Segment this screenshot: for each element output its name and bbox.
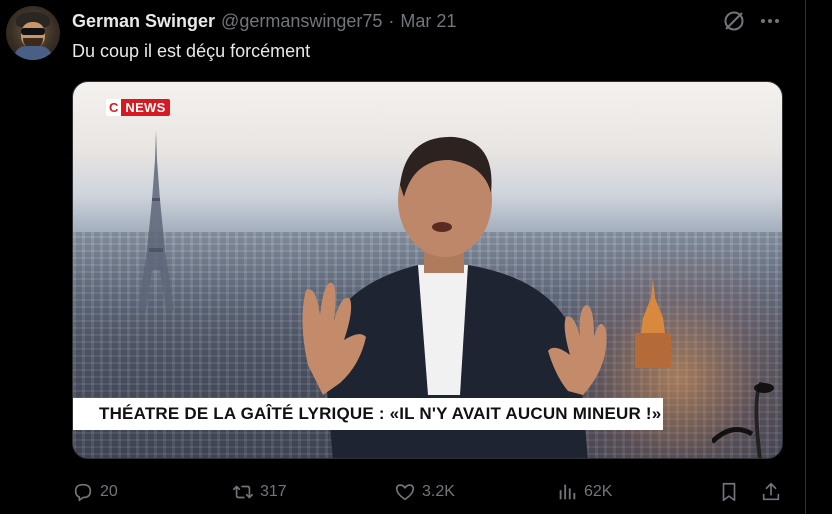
views-button[interactable]: 62K [556,478,612,506]
news-banner: THÉATRE DE LA GAÎTÉ LYRIQUE : «IL N'Y AV… [73,398,663,430]
repost-button[interactable]: 317 [232,478,287,506]
reply-count: 20 [100,483,118,500]
avatar-shirt [14,46,52,60]
bookmark-button[interactable] [718,478,740,506]
repost-count: 317 [260,483,287,500]
cnews-logo-c: C [106,99,122,116]
share-icon [762,482,780,501]
header-separator: · [388,10,395,31]
eiffel-tower [138,130,174,310]
views-count: 62K [584,483,613,500]
tweet-actions: 20 317 3.2K 62K [72,478,784,506]
like-count: 3.2K [422,483,455,500]
avatar-glasses [21,28,45,35]
cnews-logo-text: NEWS [121,99,170,116]
like-icon [395,484,415,501]
video-thumbnail[interactable]: C NEWS THÉATRE DE LA GAÎTÉ LYRIQUE: «IL… [72,81,783,459]
avatar[interactable] [6,6,60,60]
reply-icon [74,483,92,502]
tweet[interactable]: German Swinger @germanswinger75 · Mar 21… [0,0,806,514]
like-button[interactable]: 3.2K [394,478,455,506]
tweet-header: German Swinger @germanswinger75 · Mar 21 [72,10,456,32]
author-handle[interactable]: @germanswinger75 [221,11,382,32]
repost-icon [233,485,253,499]
more-icon[interactable] [757,9,783,33]
bookmark-icon [722,482,736,502]
reply-button[interactable]: 20 [72,478,118,506]
cnews-logo: C NEWS [106,99,170,116]
tweet-date[interactable]: Mar 21 [400,11,456,32]
microphone-stand [712,382,774,458]
share-button[interactable] [760,478,782,506]
author-name[interactable]: German Swinger [72,11,215,32]
tweet-text: Du coup il est déçu forcément [72,41,311,61]
views-icon [559,484,576,500]
grok-icon[interactable] [722,9,746,33]
